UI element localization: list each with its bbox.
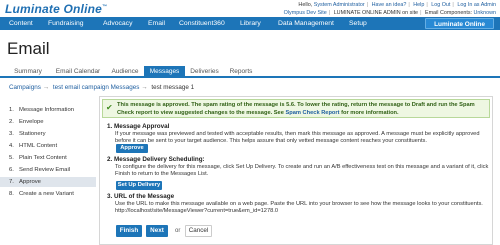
log-in-as-admin-link[interactable]: Log In as Admin bbox=[457, 2, 496, 8]
log-out-link[interactable]: Log Out bbox=[431, 2, 450, 8]
check-icon: ✔ bbox=[106, 103, 113, 112]
approve-panel: ✔ This message is approved. The spam rat… bbox=[99, 96, 493, 245]
tab-reports[interactable]: Reports bbox=[226, 66, 256, 78]
main-nav: Content Fundraising Advocacy Email Const… bbox=[0, 17, 500, 30]
notice-text: This message is approved. The spam ratin… bbox=[117, 102, 475, 116]
tab-deliveries[interactable]: Deliveries bbox=[186, 66, 223, 78]
site-name[interactable]: Olympus Dev Site bbox=[284, 10, 327, 16]
set-up-delivery-button[interactable]: Set Up Delivery bbox=[116, 181, 162, 190]
message-approval-body: If your message was previewed and tested… bbox=[115, 131, 480, 145]
nav-constituent360[interactable]: Constituent360 bbox=[179, 17, 225, 30]
step-message-information[interactable]: 1. Message Information bbox=[0, 105, 96, 115]
nav-setup[interactable]: Setup bbox=[349, 17, 367, 30]
breadcrumb-campaigns[interactable]: Campaigns bbox=[9, 84, 41, 91]
luminate-logo[interactable]: Luminate Online™ bbox=[5, 2, 107, 16]
step-html-content[interactable]: 4. HTML Content bbox=[0, 141, 96, 151]
nav-data-management[interactable]: Data Management bbox=[278, 17, 334, 30]
message-url-section: 3. URL of the Message Use the URL to mak… bbox=[107, 193, 489, 215]
user-link[interactable]: System Administrator bbox=[314, 2, 365, 8]
luminate-online-button[interactable]: Luminate Online bbox=[425, 18, 494, 29]
step-envelope[interactable]: 2. Envelope bbox=[0, 117, 96, 127]
step-sidebar: 1. Message Information 2. Envelope 3. Stati… bbox=[0, 97, 96, 245]
approval-notice: ✔ This message is approved. The spam rat… bbox=[102, 99, 490, 118]
step-stationery[interactable]: 3. Stationery bbox=[0, 129, 96, 139]
nav-fundraising[interactable]: Fundraising bbox=[48, 17, 84, 30]
nav-advocacy[interactable]: Advocacy bbox=[103, 17, 132, 30]
delivery-body: To configure the delivery for this messa… bbox=[115, 164, 489, 178]
step-approve[interactable]: 7. Approve bbox=[0, 177, 96, 187]
top-bar: Luminate Online™ Hello, System Administr… bbox=[0, 0, 500, 17]
admin-on-site-text: LUMINATE ONLINE ADMIN on site bbox=[333, 10, 419, 16]
tab-email-calendar[interactable]: Email Calendar bbox=[52, 66, 104, 78]
email-components-label: Email Components: bbox=[424, 10, 473, 16]
cancel-button[interactable]: Cancel bbox=[185, 225, 212, 237]
email-components-value[interactable]: Unknown bbox=[474, 10, 496, 16]
breadcrumb-campaign-messages[interactable]: test email campaign Messages bbox=[53, 84, 139, 91]
step-create-new-variant[interactable]: 8. Create a new Variant bbox=[0, 189, 96, 199]
message-url-title: 3. URL of the Message bbox=[107, 193, 175, 200]
approve-button[interactable]: Approve bbox=[116, 144, 148, 153]
finish-button[interactable]: Finish bbox=[116, 225, 142, 237]
nav-email[interactable]: Email bbox=[148, 17, 165, 30]
nav-content[interactable]: Content bbox=[9, 17, 33, 30]
breadcrumb-current: test message 1 bbox=[151, 84, 195, 91]
step-plain-text-content[interactable]: 5. Plain Text Content bbox=[0, 153, 96, 163]
tab-bar: Summary Email Calendar Audience Messages… bbox=[0, 66, 500, 78]
or-text: or bbox=[175, 228, 181, 234]
tab-summary[interactable]: Summary bbox=[9, 66, 47, 78]
nav-library[interactable]: Library bbox=[240, 17, 261, 30]
message-url-value[interactable]: http://localhost/site/MessageViewer?curr… bbox=[107, 208, 489, 215]
tab-audience[interactable]: Audience bbox=[108, 66, 142, 78]
utility-links: Hello, System Administrator | Have an ide… bbox=[283, 2, 496, 16]
tab-messages[interactable]: Messages bbox=[144, 66, 185, 78]
message-url-body: Use the URL to make this message availab… bbox=[115, 201, 483, 207]
delivery-title: 2. Message Delivery Scheduling: bbox=[107, 156, 205, 163]
message-approval-title: 1. Message Approval bbox=[107, 123, 170, 130]
page-title: Email bbox=[7, 39, 50, 58]
greeting-text: Hello, bbox=[298, 2, 313, 8]
step-send-review-email[interactable]: 6. Send Review Email bbox=[0, 165, 96, 175]
spam-check-report-link[interactable]: Spam Check Report bbox=[285, 110, 339, 116]
message-approval-section: 1. Message Approval If your message was … bbox=[107, 123, 489, 145]
breadcrumb: Campaigns → test email campaign Messages →… bbox=[9, 84, 195, 91]
help-link[interactable]: Help bbox=[413, 2, 424, 8]
have-idea-link[interactable]: Have an idea? bbox=[372, 2, 407, 8]
next-button[interactable]: Next bbox=[146, 225, 168, 237]
delivery-section: 2. Message Delivery Scheduling: To confi… bbox=[107, 156, 489, 178]
